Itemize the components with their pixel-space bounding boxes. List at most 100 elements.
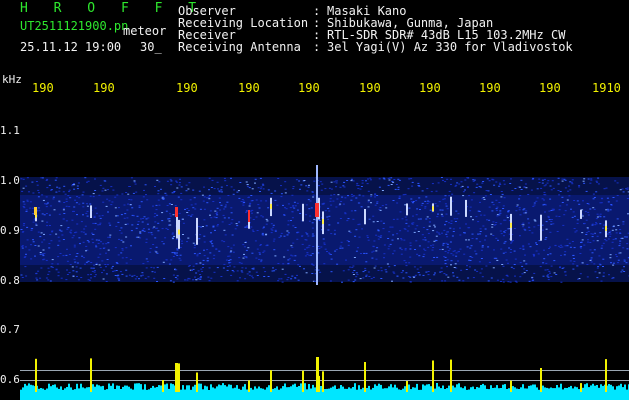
- noise-speck: [488, 219, 491, 221]
- floor-bar: [460, 387, 462, 392]
- noise-speck: [87, 260, 90, 262]
- noise-speck: [226, 269, 229, 271]
- noise-speck: [80, 221, 83, 223]
- noise-speck: [544, 211, 546, 213]
- noise-speck: [519, 235, 521, 237]
- meteor-echo-hot: [175, 207, 178, 217]
- floor-bar: [292, 384, 294, 392]
- noise-speck: [560, 281, 563, 283]
- noise-speck: [424, 237, 426, 239]
- noise-speck: [416, 225, 419, 227]
- noise-speck: [274, 229, 277, 231]
- noise-speck: [55, 233, 58, 235]
- noise-speck: [484, 195, 487, 197]
- noise-speck: [51, 230, 54, 232]
- noise-speck: [418, 255, 421, 257]
- noise-speck: [424, 200, 427, 202]
- floor-bar: [244, 384, 246, 392]
- floor-bar: [366, 388, 368, 392]
- noise-speck: [252, 231, 255, 232]
- noise-speck: [58, 201, 61, 203]
- noise-speck: [434, 226, 436, 228]
- noise-speck: [487, 190, 490, 192]
- noise-speck: [619, 243, 621, 245]
- noise-speck: [568, 242, 571, 244]
- floor-bar: [466, 389, 468, 392]
- noise-speck: [251, 252, 254, 254]
- noise-speck: [543, 249, 545, 251]
- time-tick: 190: [419, 81, 441, 95]
- noise-speck: [468, 227, 471, 229]
- noise-speck: [624, 236, 627, 238]
- floor-bar: [528, 385, 530, 392]
- floor-bar: [320, 386, 322, 392]
- noise-speck: [499, 223, 502, 225]
- noise-speck: [22, 224, 25, 226]
- noise-speck: [216, 225, 219, 227]
- noise-speck: [454, 221, 457, 222]
- noise-speck: [585, 219, 588, 221]
- noise-speck: [287, 224, 290, 226]
- noise-speck: [558, 245, 560, 247]
- noise-speck: [401, 218, 404, 220]
- noise-speck: [86, 240, 89, 242]
- noise-speck: [199, 234, 202, 236]
- floor-bar: [398, 389, 400, 392]
- floor-bar: [282, 386, 284, 392]
- noise-speck: [533, 219, 536, 221]
- noise-speck: [226, 185, 228, 187]
- noise-speck: [445, 205, 448, 207]
- noise-speck: [230, 247, 233, 249]
- floor-bar: [146, 389, 148, 392]
- noise-speck: [42, 199, 45, 201]
- noise-speck: [532, 177, 535, 179]
- noise-speck: [330, 258, 333, 260]
- noise-speck: [290, 245, 293, 247]
- floor-bar: [596, 385, 598, 392]
- noise-speck: [114, 247, 117, 249]
- noise-speck: [263, 276, 266, 277]
- noise-speck: [419, 218, 422, 220]
- noise-speck: [203, 208, 206, 210]
- noise-speck: [284, 181, 287, 183]
- freq-tick: 0.6: [0, 373, 20, 386]
- signal-spike: [432, 360, 434, 392]
- file-name: UT2511121900.pn: [20, 19, 129, 33]
- noise-speck: [500, 196, 503, 198]
- noise-speck: [323, 243, 326, 245]
- noise-speck: [108, 200, 111, 202]
- noise-speck: [252, 277, 254, 279]
- noise-speck: [366, 237, 369, 238]
- noise-speck: [585, 232, 588, 234]
- noise-speck: [145, 194, 147, 196]
- noise-speck: [186, 241, 188, 243]
- noise-speck: [191, 214, 194, 216]
- noise-speck: [589, 242, 592, 243]
- noise-speck: [73, 188, 76, 190]
- noise-speck: [51, 259, 54, 261]
- floor-bar: [94, 386, 96, 392]
- noise-speck: [431, 259, 434, 261]
- noise-speck: [512, 268, 515, 270]
- noise-speck: [589, 259, 592, 261]
- noise-speck: [225, 204, 227, 206]
- noise-speck: [498, 182, 501, 184]
- noise-speck: [361, 182, 364, 184]
- noise-speck: [45, 179, 48, 181]
- noise-speck: [596, 181, 599, 183]
- floor-bar: [542, 385, 544, 392]
- noise-speck: [247, 247, 250, 249]
- noise-speck: [625, 236, 628, 238]
- noise-speck: [43, 214, 46, 216]
- noise-speck: [561, 246, 564, 248]
- noise-speck: [549, 246, 551, 248]
- floor-bar: [310, 388, 312, 392]
- noise-speck: [462, 195, 465, 197]
- noise-speck: [467, 187, 469, 188]
- noise-speck: [143, 228, 145, 230]
- noise-speck: [139, 232, 142, 234]
- noise-speck: [52, 196, 55, 198]
- noise-speck: [136, 276, 138, 278]
- noise-speck: [445, 233, 448, 235]
- noise-speck: [596, 235, 599, 237]
